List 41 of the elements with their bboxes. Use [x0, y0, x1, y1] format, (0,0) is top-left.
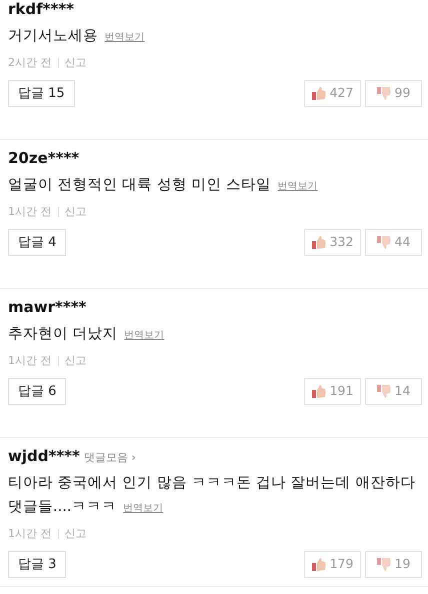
dislike-button[interactable]: 14: [365, 378, 422, 405]
dislike-button[interactable]: 19: [365, 551, 422, 578]
timestamp: 1시간 전: [8, 526, 52, 542]
report-link[interactable]: 신고: [64, 54, 86, 72]
reply-button[interactable]: 답글 3: [8, 551, 66, 578]
like-button[interactable]: 191: [304, 378, 361, 405]
thumbs-up-icon: [312, 385, 326, 398]
reply-button[interactable]: 답글 6: [8, 378, 66, 405]
username: mawr****: [8, 297, 86, 318]
report-link[interactable]: 신고: [64, 352, 86, 370]
thumbs-up-icon: [312, 236, 326, 249]
reply-button[interactable]: 답글 15: [8, 80, 75, 107]
translate-link[interactable]: 번역보기: [123, 503, 164, 514]
username: wjdd****: [8, 446, 80, 467]
reply-button[interactable]: 답글 4: [8, 229, 66, 256]
comment-text: 얼굴이 전형적인 대륙 성형 미인 스타일 번역보기: [8, 176, 319, 195]
report-link[interactable]: 신고: [64, 525, 86, 543]
like-button[interactable]: 179: [304, 551, 361, 578]
like-button[interactable]: 332: [304, 229, 361, 256]
thumbs-up-icon: [312, 87, 326, 100]
translate-link[interactable]: 번역보기: [104, 32, 145, 43]
dislike-button[interactable]: 99: [365, 80, 422, 107]
comment-text: 추자현이 더났지 번역보기: [8, 325, 166, 344]
timestamp: 2시간 전: [8, 55, 52, 71]
thumbs-down-icon: [376, 87, 391, 100]
report-link[interactable]: 신고: [64, 203, 86, 221]
dislike-button[interactable]: 44: [365, 229, 422, 256]
like-button[interactable]: 427: [304, 80, 361, 107]
timestamp: 1시간 전: [8, 204, 52, 220]
username: 20ze****: [8, 148, 80, 169]
thumbs-down-icon: [376, 236, 391, 249]
timestamp: 1시간 전: [8, 353, 52, 369]
thumbs-down-icon: [376, 385, 391, 398]
comment-text: 티아라 중국에서 인기 많음 ㅋㅋㅋ돈 겁나 잘버는데 애잔하다 댓글들....ㅋㅋㅋ 번역보기: [8, 474, 416, 517]
translate-link[interactable]: 번역보기: [124, 330, 164, 341]
thumbs-down-icon: [376, 558, 391, 571]
comment-collection-link[interactable]: 댓글모음 ›: [84, 450, 136, 466]
thumbs-up-icon: [312, 558, 326, 571]
translate-link[interactable]: 번역보기: [278, 181, 318, 192]
username: rkdf****: [8, 0, 74, 20]
comment-text: 거기서노세용 번역보기: [8, 27, 146, 46]
